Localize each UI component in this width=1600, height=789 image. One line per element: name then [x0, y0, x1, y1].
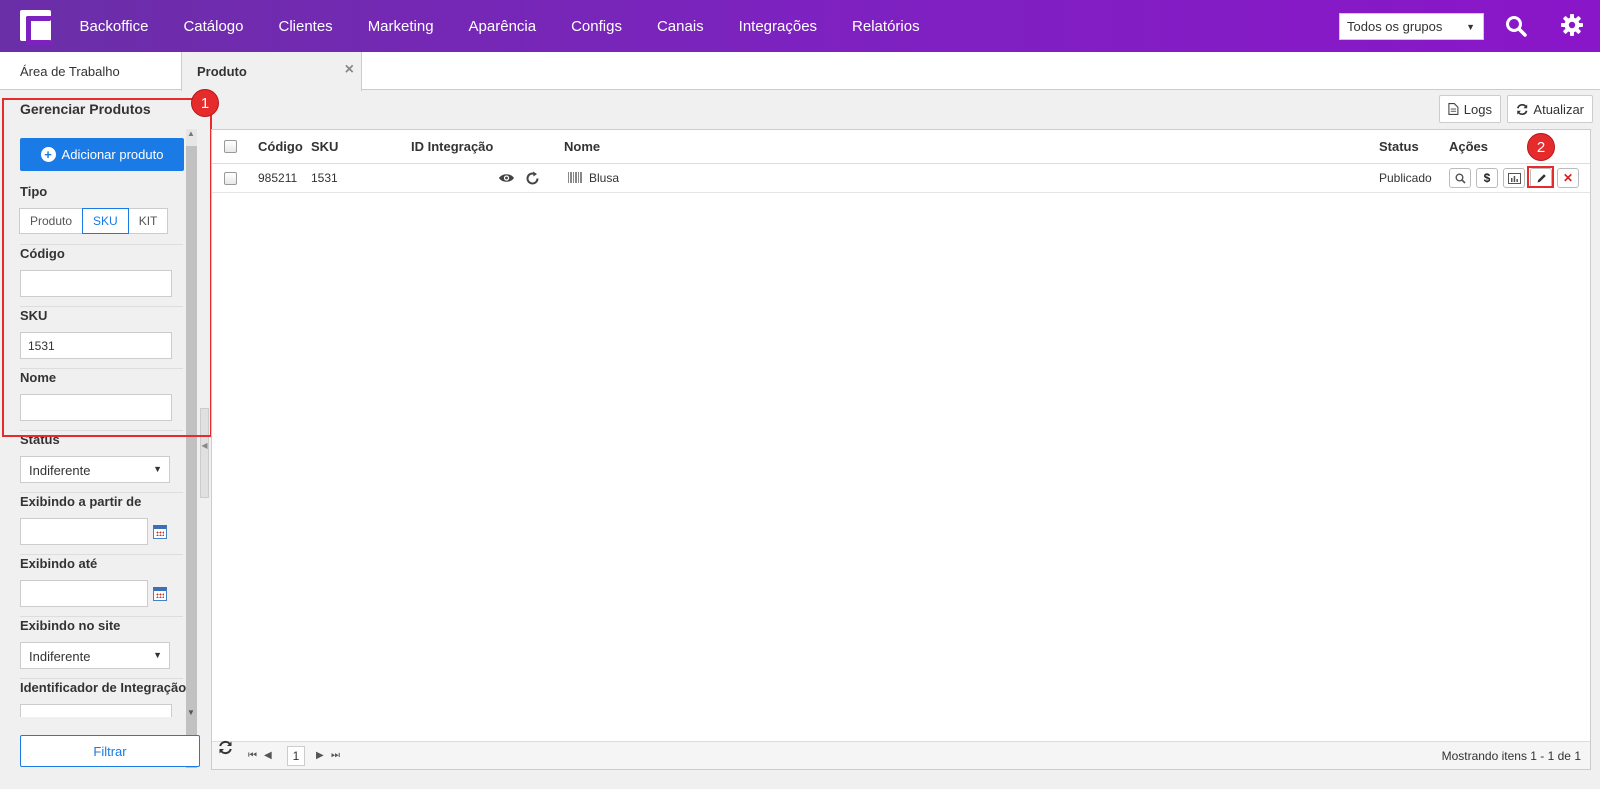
filter-button[interactable]: Filtrar: [20, 735, 200, 767]
first-page-icon[interactable]: ⏮: [248, 750, 257, 761]
chevron-left-icon[interactable]: ◀: [200, 441, 209, 450]
cell-status: Publicado: [1379, 171, 1432, 185]
gear-icon[interactable]: [1561, 14, 1583, 36]
grid-header: Código SKU ID Integração Nome Status Açõ…: [212, 130, 1590, 164]
close-icon: ✕: [1562, 171, 1574, 185]
exibindo-site-select[interactable]: Indiferente ▼: [20, 642, 170, 669]
exibindo-site-label: Exibindo no site: [20, 618, 121, 633]
tab-bar: Área de Trabalho Produto ×: [0, 52, 1600, 91]
refresh-button[interactable]: Atualizar: [1507, 95, 1593, 123]
nav-clientes[interactable]: Clientes: [261, 18, 350, 35]
eye-icon[interactable]: [498, 172, 515, 184]
col-id-integracao[interactable]: ID Integração: [411, 139, 493, 154]
nav-backoffice[interactable]: Backoffice: [62, 18, 166, 35]
group-select[interactable]: Todos os grupos ▼: [1339, 13, 1484, 40]
integracao-label: Identificador de Integração: [20, 680, 187, 695]
logs-label: Logs: [1463, 101, 1492, 117]
products-grid: Código SKU ID Integração Nome Status Açõ…: [211, 129, 1591, 770]
calendar-icon[interactable]: [153, 525, 167, 539]
last-page-icon[interactable]: ⏭: [331, 750, 340, 761]
stats-button[interactable]: [1503, 168, 1525, 188]
delete-button[interactable]: ✕: [1557, 168, 1579, 188]
tab-area-de-trabalho[interactable]: Área de Trabalho: [0, 52, 180, 90]
annotation-badge-1: 1: [191, 89, 219, 117]
grid-pager: ⏮ ◀ 1 ▶ ⏭ Mostrando itens 1 - 1 de 1: [212, 740, 1590, 769]
chevron-down-icon: ▼: [1466, 22, 1475, 32]
exibindo-ate-input[interactable]: [20, 580, 148, 607]
cell-sku: 1531: [311, 171, 338, 185]
barcode-icon: [568, 172, 582, 183]
tab-label: Área de Trabalho: [20, 64, 120, 79]
close-icon[interactable]: ×: [345, 61, 354, 79]
nav-integracoes[interactable]: Integrações: [721, 18, 834, 35]
highlight-box-1: [2, 98, 212, 437]
tab-label: Produto: [197, 64, 247, 79]
tab-produto[interactable]: Produto ×: [181, 52, 362, 91]
chevron-down-icon: ▼: [153, 464, 162, 474]
exibindo-de-label: Exibindo a partir de: [20, 494, 142, 509]
status-select[interactable]: Indiferente ▼: [20, 456, 170, 483]
group-select-value: Todos os grupos: [1347, 19, 1443, 34]
col-acoes: Ações: [1449, 139, 1489, 154]
refresh-label: Atualizar: [1533, 101, 1584, 117]
nav-aparencia[interactable]: Aparência: [451, 18, 554, 35]
select-all-checkbox[interactable]: [224, 140, 237, 153]
highlight-box-2: [1527, 166, 1554, 188]
exibindo-ate-label: Exibindo até: [20, 556, 98, 571]
sync-icon[interactable]: [525, 171, 540, 186]
divider: [20, 492, 183, 493]
divider: [20, 554, 183, 555]
col-status[interactable]: Status: [1379, 139, 1419, 154]
nav-configs[interactable]: Configs: [554, 18, 640, 35]
logo-icon[interactable]: [20, 10, 55, 45]
chevron-down-icon: ▼: [153, 650, 162, 660]
view-button[interactable]: [1449, 168, 1471, 188]
reload-icon[interactable]: [218, 740, 233, 755]
table-row[interactable]: 985211 1531 Blusa Publicado $ ✕: [212, 164, 1590, 193]
nav-relatorios[interactable]: Relatórios: [835, 18, 938, 35]
exibindo-de-input[interactable]: [20, 518, 148, 545]
search-icon[interactable]: [1505, 15, 1527, 37]
cell-codigo: 985211: [258, 171, 298, 185]
search-icon: [1455, 173, 1466, 184]
document-icon: [1448, 103, 1459, 115]
bar-chart-icon: [1507, 172, 1521, 184]
refresh-icon: [1517, 103, 1528, 115]
annotation-badge-2: 2: [1527, 133, 1555, 161]
nav-marketing[interactable]: Marketing: [350, 18, 451, 35]
nav-catalogo[interactable]: Catálogo: [166, 18, 261, 35]
divider: [20, 616, 183, 617]
integracao-input[interactable]: [20, 704, 172, 717]
top-navbar: Backoffice Catálogo Clientes Marketing A…: [0, 0, 1600, 52]
next-page-icon[interactable]: ▶: [316, 750, 324, 761]
prev-page-icon[interactable]: ◀: [264, 750, 272, 761]
current-page[interactable]: 1: [287, 746, 305, 766]
exibindo-site-value: Indiferente: [29, 649, 91, 664]
tipo-option-sku[interactable]: SKU: [82, 208, 129, 234]
dollar-icon: $: [1483, 171, 1491, 185]
logs-button[interactable]: Logs: [1439, 95, 1501, 123]
row-checkbox[interactable]: [224, 172, 237, 185]
main-menu: Backoffice Catálogo Clientes Marketing A…: [62, 0, 937, 52]
cell-nome[interactable]: Blusa: [589, 171, 619, 185]
calendar-icon[interactable]: [153, 587, 167, 601]
col-nome[interactable]: Nome: [564, 139, 600, 154]
scroll-down-icon[interactable]: ▼: [187, 708, 195, 717]
nav-canais[interactable]: Canais: [639, 18, 721, 35]
divider: [20, 678, 183, 679]
status-select-value: Indiferente: [29, 463, 91, 478]
pager-info: Mostrando itens 1 - 1 de 1: [1441, 749, 1581, 763]
col-codigo[interactable]: Código: [258, 139, 303, 154]
price-button[interactable]: $: [1476, 168, 1498, 188]
col-sku[interactable]: SKU: [311, 139, 338, 154]
